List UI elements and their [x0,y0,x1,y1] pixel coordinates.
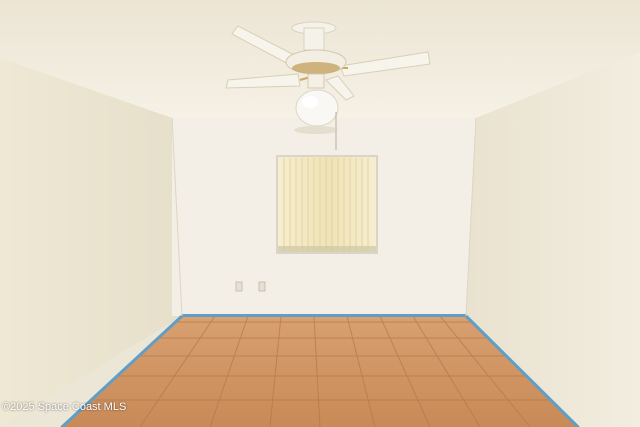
room-photo [0,0,640,427]
fan-shadow [294,126,338,134]
window-blinds [276,155,378,254]
wall-outlet [258,281,266,292]
watermark: ©2025 Space Coast MLS [2,401,127,413]
wall-outlet [235,281,243,292]
